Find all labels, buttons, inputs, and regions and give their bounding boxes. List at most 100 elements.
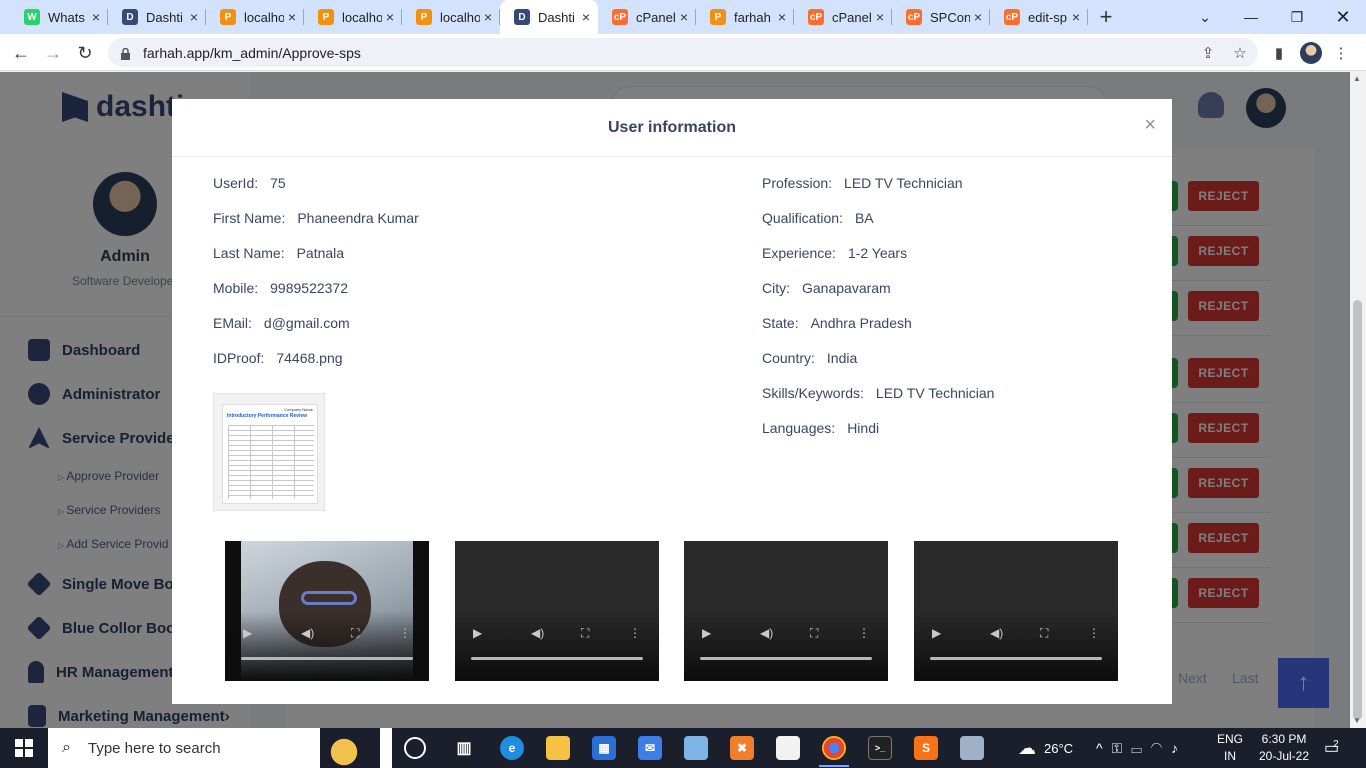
task-view-icon[interactable]: ▥ [452,736,476,760]
video-controls-gradient [914,611,1118,681]
info-field: Profession: LED TV Technician [762,175,963,191]
browser-tab[interactable]: D Dashti × [500,0,598,34]
video-player[interactable]: ▶ ◀) ⛶ ⋮ [455,541,659,681]
bookmark-star-icon[interactable]: ☆ [1229,42,1251,64]
field-label: EMail: [213,315,252,331]
tab-search-icon[interactable]: ⌄ [1182,0,1228,34]
video-player[interactable]: ▶ ◀) ⛶ ⋮ [225,541,429,681]
share-icon[interactable]: ⇪ [1197,42,1219,64]
browser-tab[interactable]: Plocalho × [402,0,500,34]
scrollbar-thumb[interactable] [1353,300,1362,720]
browser-tab[interactable]: cP cPanel × [598,0,696,34]
side-panel-icon[interactable]: ▮ [1268,42,1290,64]
language-code[interactable]: ENG [1214,732,1246,746]
close-icon[interactable]: × [1144,115,1156,135]
notification-center-icon[interactable]: ▭ 2 [1324,728,1339,768]
url-input[interactable]: farhah.app/km_admin/Approve-sps [108,38,1258,67]
reload-icon[interactable]: ↻ [72,40,98,66]
fullscreen-icon[interactable]: ⛶ [1040,626,1048,641]
video-progress-bar[interactable] [241,657,413,660]
sublime-icon[interactable]: S [914,736,938,760]
cortana-icon[interactable] [404,737,426,759]
id-proof-document: Company Name Introductory Performance Re… [222,404,318,504]
tab-close-icon[interactable]: × [778,9,786,25]
fullscreen-icon[interactable]: ⛶ [351,626,359,641]
info-field: First Name: Phaneendra Kumar [213,210,419,226]
field-value: 75 [270,175,286,191]
terminal-icon[interactable]: >_ [868,736,892,760]
browser-tab[interactable]: Plocalho × [304,0,402,34]
scroll-down-arrow-icon[interactable]: ▼ [1353,716,1361,725]
clock-time[interactable]: 6:30 PM [1254,732,1314,746]
forward-icon[interactable]: → [40,40,66,66]
video-progress-bar[interactable] [471,657,643,660]
play-icon[interactable]: ▶ [932,626,941,640]
tab-close-icon[interactable]: × [386,9,394,25]
tab-close-icon[interactable]: × [680,9,688,25]
tab-close-icon[interactable]: × [876,9,884,25]
more-options-icon[interactable]: ⋮ [399,626,411,640]
id-proof-thumbnail[interactable]: Company Name Introductory Performance Re… [213,393,325,511]
notepad-icon[interactable] [684,736,708,760]
minimize-button[interactable]: — [1228,0,1274,34]
xampp-icon[interactable]: ✖ [730,736,754,760]
more-options-icon[interactable]: ⋮ [1088,626,1100,640]
phpmyadmin-icon: P [318,9,334,25]
new-tab-button[interactable]: + [1088,0,1124,34]
browser-tab[interactable]: cP edit-sp × [990,0,1088,34]
tab-close-icon[interactable]: × [974,9,982,25]
cpanel-icon: cP [612,9,628,25]
weather-widget[interactable]: ☁ 26°C [1018,728,1073,768]
info-field: Experience: 1-2 Years [762,245,907,261]
image-viewer-icon[interactable] [960,736,984,760]
more-options-icon[interactable]: ⋮ [629,626,641,640]
more-options-icon[interactable]: ⋮ [858,626,870,640]
tab-close-icon[interactable]: × [92,9,100,25]
language-region[interactable]: IN [1214,749,1246,763]
back-icon[interactable]: ← [8,40,34,66]
video-progress-bar[interactable] [700,657,872,660]
clock-date[interactable]: 20-Jul-22 [1254,749,1314,763]
chrome-profile-avatar[interactable] [1300,42,1322,64]
chrome-menu-icon[interactable]: ⋮ [1330,42,1352,64]
windows-start-icon[interactable] [15,739,33,757]
fullscreen-icon[interactable]: ⛶ [810,626,818,641]
video-progress-bar[interactable] [930,657,1102,660]
browser-tab[interactable]: Plocalho × [206,0,304,34]
phpmyadmin-icon: P [710,9,726,25]
edge-icon[interactable]: e [500,736,524,760]
volume-icon[interactable]: ◀) [760,626,773,640]
tab-close-icon[interactable]: × [484,9,492,25]
play-icon[interactable]: ▶ [473,626,482,640]
document-icon[interactable] [776,736,800,760]
system-tray-icons[interactable]: ^⚿▭◠♪ [1096,728,1187,768]
volume-icon[interactable]: ◀) [531,626,544,640]
tab-close-icon[interactable]: × [288,9,296,25]
browser-tab[interactable]: W Whats × [10,0,108,34]
play-icon[interactable]: ▶ [243,626,252,640]
mail-icon[interactable]: ✉ [638,736,662,760]
fullscreen-icon[interactable]: ⛶ [581,626,589,641]
browser-tab[interactable]: D Dashti × [108,0,206,34]
volume-icon[interactable]: ◀) [301,626,314,640]
scroll-up-arrow-icon[interactable]: ▲ [1353,74,1361,83]
video-player[interactable]: ▶ ◀) ⛶ ⋮ [914,541,1118,681]
tab-label: cPanel [636,9,676,25]
volume-icon[interactable]: ◀) [990,626,1003,640]
tab-close-icon[interactable]: × [1072,9,1080,25]
play-icon[interactable]: ▶ [702,626,711,640]
tab-close-icon[interactable]: × [582,9,590,25]
chrome-icon[interactable] [822,736,846,760]
file-explorer-icon[interactable] [546,736,570,760]
browser-tab[interactable]: cP cPanel × [794,0,892,34]
tab-label: SPCon [930,9,970,25]
browser-tab[interactable]: Pfarhah × [696,0,794,34]
browser-tab[interactable]: cP SPCon × [892,0,990,34]
restore-button[interactable]: ❐ [1274,0,1320,34]
doc-company-name: Company Name [284,407,313,412]
tab-close-icon[interactable]: × [190,9,198,25]
store-icon[interactable]: ▦ [592,736,616,760]
page-scrollbar[interactable]: ▲ ▼ [1350,72,1366,728]
video-player[interactable]: ▶ ◀) ⛶ ⋮ [684,541,888,681]
close-window-button[interactable]: ✕ [1320,0,1366,34]
